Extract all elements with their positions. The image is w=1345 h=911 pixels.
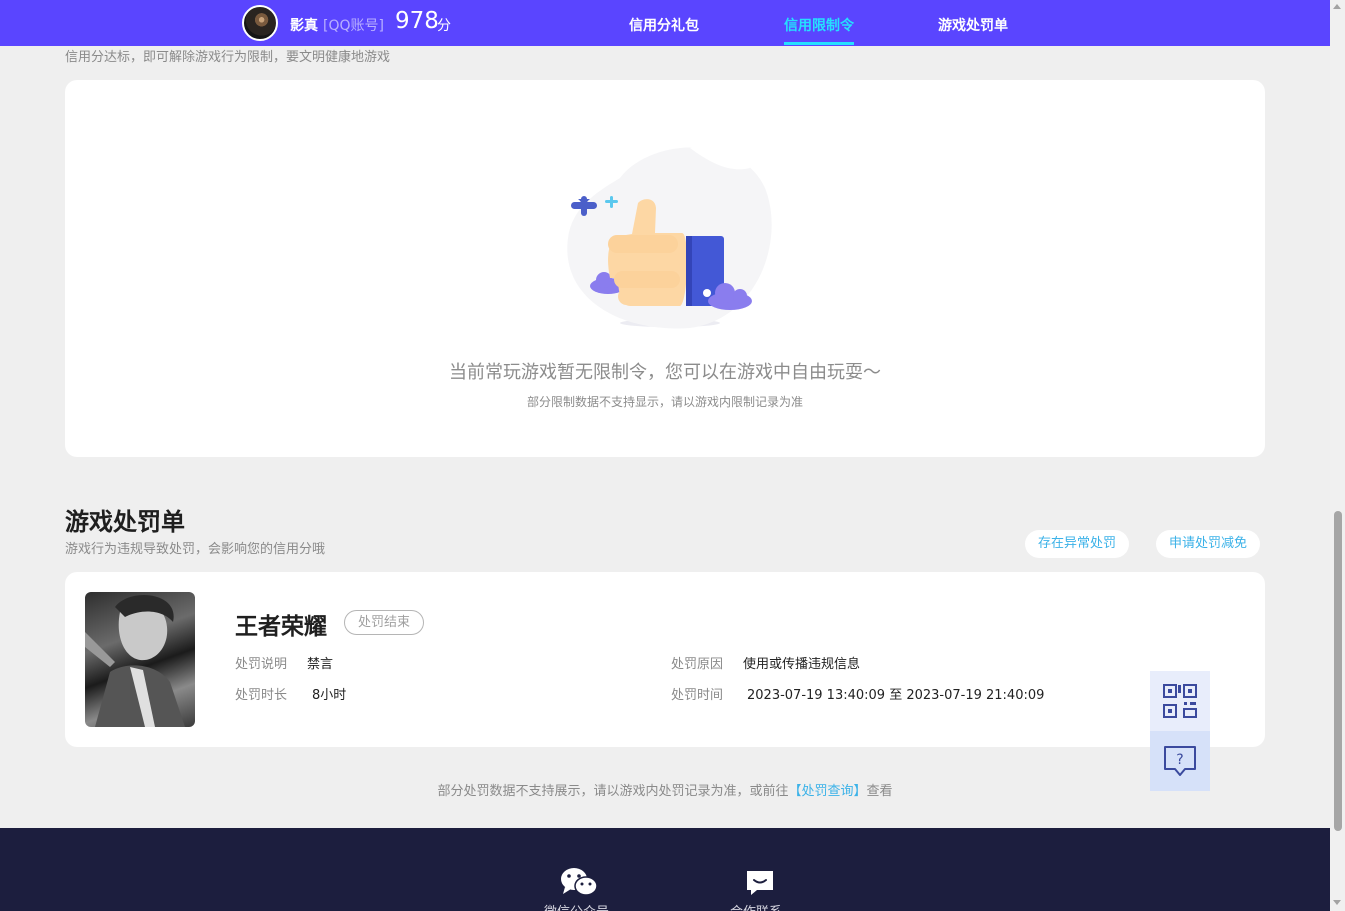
game-cover-image (85, 592, 195, 727)
wechat-icon[interactable] (560, 866, 598, 898)
penalty-desc-value: 禁言 (307, 657, 334, 672)
user-name: 影真 (290, 18, 318, 34)
penalty-duration-label: 处罚时长 (235, 688, 288, 703)
scroll-up-arrow-icon[interactable] (1333, 4, 1341, 9)
penalty-reason-value: 使用或传播违规信息 (743, 657, 861, 672)
penalty-desc-label: 处罚说明 (235, 657, 288, 672)
active-tab-indicator (784, 42, 854, 45)
tab-credit-restriction[interactable]: 信用限制令 (784, 15, 854, 35)
penalty-time-label: 处罚时间 (671, 688, 724, 703)
avatar[interactable] (242, 5, 278, 41)
report-abnormal-penalty-button[interactable]: 存在异常处罚 (1025, 530, 1130, 558)
status-badge: 处罚结束 (344, 610, 425, 635)
qr-code-button[interactable] (1150, 671, 1210, 731)
qr-code-icon (1163, 684, 1197, 718)
scroll-down-arrow-icon[interactable] (1333, 900, 1341, 905)
thumbs-up-illustration (567, 144, 772, 329)
penalty-time-value: 2023-07-19 13:40:09 至 2023-07-19 21:40:0… (747, 688, 1045, 703)
help-chat-icon: ? (1164, 746, 1196, 776)
tab-game-penalty[interactable]: 游戏处罚单 (938, 15, 1008, 35)
footer (0, 828, 1330, 911)
message-icon[interactable] (745, 868, 775, 896)
penalty-footnote: 部分处罚数据不支持展示，请以游戏内处罚记录为准，或前往【处罚查询】查看 (0, 780, 1330, 799)
footer-wechat-label[interactable]: 微信公众号 (544, 901, 609, 911)
penalty-query-link[interactable]: 【处罚查询】 (788, 784, 866, 799)
footnote-text: 部分处罚数据不支持展示，请以游戏内处罚记录为准，或前往 (437, 784, 789, 799)
credit-score: 978 (395, 8, 439, 34)
footer-contact-label[interactable]: 合作联系 (730, 901, 782, 911)
restriction-subtitle: 信用分达标，即可解除游戏行为限制，要文明健康地游戏 (65, 50, 391, 65)
scrollbar-thumb[interactable] (1334, 511, 1342, 831)
empty-message: 当前常玩游戏暂无限制令，您可以在游戏中自由玩耍～ (449, 362, 881, 383)
apply-penalty-reduction-button[interactable]: 申请处罚减免 (1156, 530, 1261, 558)
footnote-suffix: 查看 (866, 784, 893, 799)
account-type: [QQ账号] (323, 18, 384, 34)
game-name: 王者荣耀 (235, 614, 327, 640)
tab-credit-gift[interactable]: 信用分礼包 (629, 15, 699, 35)
penalty-section-title: 游戏处罚单 (65, 508, 185, 536)
svg-text:?: ? (1176, 752, 1183, 768)
credit-score-unit: 分 (437, 18, 451, 34)
penalty-reason-label: 处罚原因 (671, 657, 724, 672)
penalty-section-subtitle: 游戏行为违规导致处罚，会影响您的信用分哦 (65, 542, 326, 557)
help-button[interactable]: ? (1150, 731, 1210, 791)
empty-note: 部分限制数据不支持显示，请以游戏内限制记录为准 (526, 395, 803, 409)
penalty-duration-value: 8小时 (312, 688, 347, 703)
